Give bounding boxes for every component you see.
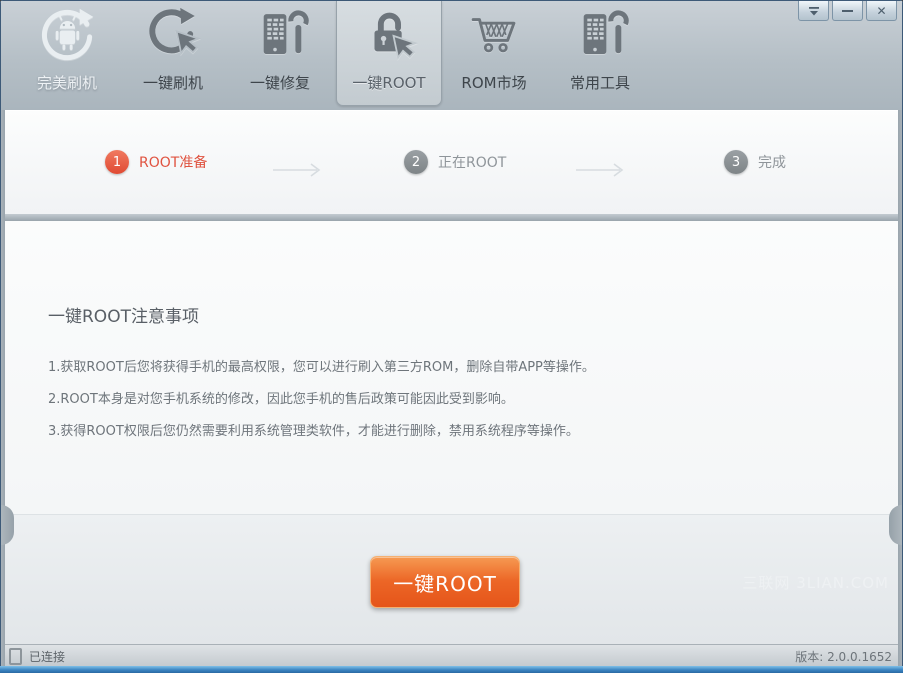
one-key-root-button[interactable]: 一键ROOT [370,556,520,608]
step-root-prepare: 1 ROOT准备 [105,150,207,174]
step-arrow-icon [273,163,321,177]
note-item: 2.ROOT本身是对您手机系统的修改，因此您手机的售后政策可能因此受到影响。 [48,392,514,407]
left-edge [1,110,5,666]
close-button[interactable]: ✕ [866,1,897,21]
app-window: 完美刷机 一键刷机 一键修复 一键ROOT ROM市场 常用工具 ✕ 1 ROO… [0,0,903,673]
minimize-button[interactable] [832,1,863,21]
step-number-badge: 3 [724,150,748,174]
tab-common-tools[interactable]: 常用工具 [548,1,652,105]
app-logo: 完美刷机 [15,1,119,105]
close-icon: ✕ [876,3,887,18]
watermark: 三联网 3LIAN.COM [742,574,889,592]
connection-label: 已连接 [29,649,66,664]
cart-icon [442,5,546,65]
step-rooting: 2 正在ROOT [404,150,506,174]
phone-icon [9,647,22,665]
tab-label: 一键刷机 [142,74,203,92]
right-edge [898,110,902,666]
skin-icon [808,6,819,15]
tab-one-key-repair[interactable]: 一键修复 [228,1,332,105]
note-item: 3.获得ROOT权限后您仍然需要利用系统管理类软件，才能进行删除，禁用系统程序等… [48,424,579,439]
phone-wrench-icon [228,5,332,65]
minimize-icon [842,9,853,12]
step-label: 完成 [758,155,786,171]
toolbar: 完美刷机 一键刷机 一键修复 一键ROOT ROM市场 常用工具 [1,1,902,110]
skin-button[interactable] [798,1,829,21]
tab-label: 常用工具 [569,74,630,92]
phone-wrench-icon [548,5,652,65]
notes-title: 一键ROOT注意事项 [48,307,199,327]
tab-one-key-root[interactable]: 一键ROOT [336,1,442,106]
note-item: 1.获取ROOT后您将获得手机的最高权限，您可以进行刷入第三方ROM，删除自带A… [48,360,595,375]
status-bar: 已连接 版本: 2.0.0.1652 [1,644,902,667]
logo-label: 完美刷机 [36,74,97,92]
tab-label: 一键ROOT [352,74,426,92]
window-controls: ✕ [795,1,897,21]
step-label: ROOT准备 [139,155,208,171]
right-edge-handle [889,505,902,545]
step-finish: 3 完成 [724,150,786,174]
tab-label: ROM市场 [461,74,527,92]
tab-rom-market[interactable]: ROM市场 [442,1,546,105]
step-number-badge: 1 [105,150,129,174]
window-bottom-border [0,666,903,673]
tab-label: 一键修复 [249,74,310,92]
version-label: 版本: 2.0.0.1652 [795,649,892,664]
connection-status: 已连接 [9,647,66,665]
tab-one-key-flash[interactable]: 一键刷机 [121,1,225,105]
android-logo-icon [15,5,119,65]
step-progress-bar: 1 ROOT准备 2 正在ROOT 3 完成 [1,110,902,214]
step-arrow-icon [576,163,624,177]
lock-hand-icon [337,5,441,65]
step-label: 正在ROOT [438,155,507,171]
refresh-hand-icon [121,5,225,65]
section-divider [1,214,902,221]
step-number-badge: 2 [404,150,428,174]
